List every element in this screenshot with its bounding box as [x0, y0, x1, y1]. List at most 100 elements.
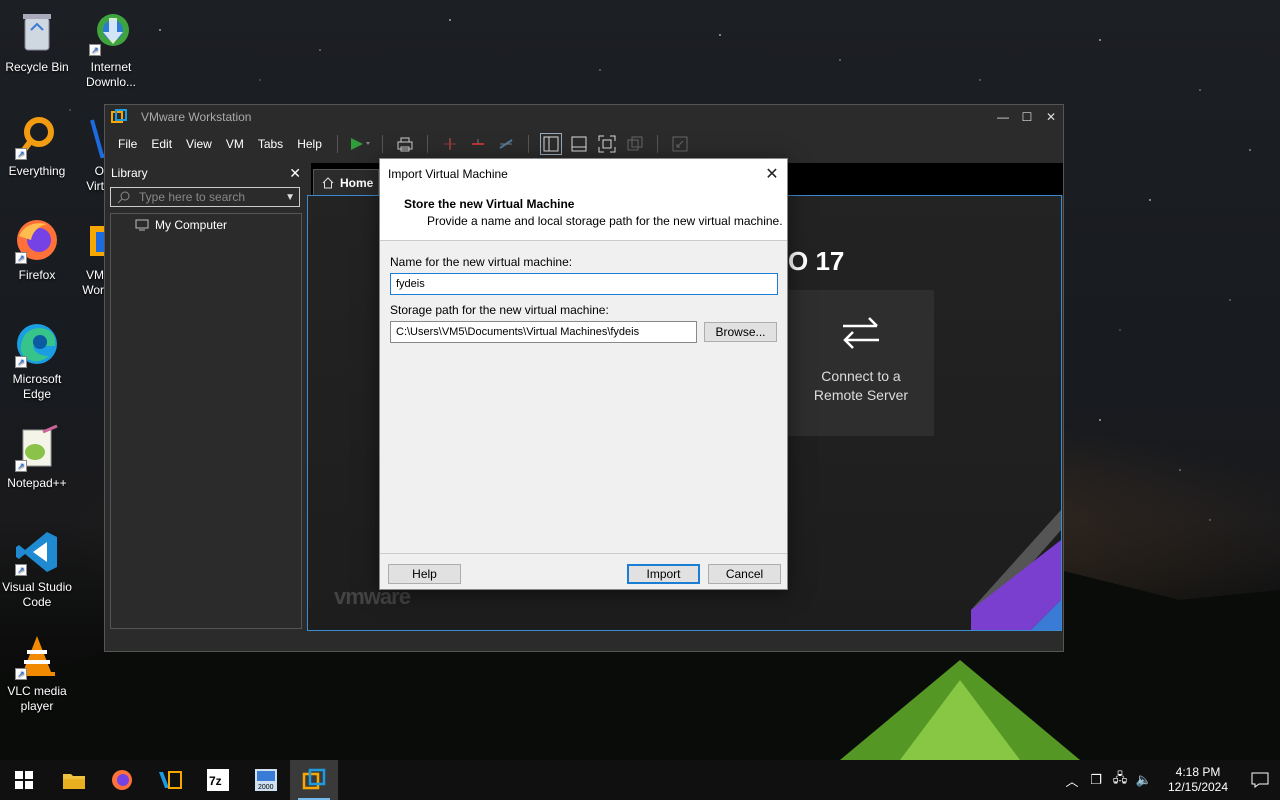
vmware-logo-icon: [111, 109, 127, 123]
win2000-icon: 2000: [255, 769, 277, 791]
chevron-down-icon[interactable]: ▼: [285, 192, 295, 203]
close-library-icon[interactable]: ✕: [289, 165, 301, 182]
connect-remote-server-tile[interactable]: Connect to a Remote Server: [788, 290, 934, 436]
toolbar-separator: [336, 135, 338, 153]
menubar: File Edit View VM Tabs Help: [105, 129, 1063, 159]
desktop-icon-virtualbox[interactable]: O Virt: [74, 112, 104, 194]
play-icon: [350, 138, 370, 150]
everything-icon: ↗: [13, 112, 61, 160]
desktop-icon-vlc[interactable]: ↗ VLC media player: [0, 632, 74, 714]
clock-time: 4:18 PM: [1175, 765, 1221, 779]
console-view-icon: [672, 136, 688, 152]
vscode-icon: ↗: [13, 528, 61, 576]
workstation-brand: O 17: [788, 246, 845, 276]
visual-studio-icon: [159, 771, 182, 789]
desktop-icon-recycle-bin[interactable]: Recycle Bin: [0, 8, 74, 75]
minimize-button[interactable]: —: [991, 110, 1015, 124]
browse-button[interactable]: Browse...: [704, 322, 777, 342]
idm-icon: ↗: [87, 8, 135, 56]
dialog-titlebar[interactable]: Import Virtual Machine ✕: [380, 159, 787, 189]
toolbar-separator: [656, 135, 658, 153]
chevron-up-icon[interactable]: ︿: [1060, 771, 1084, 790]
taskbar-win2000[interactable]: 2000: [242, 760, 290, 800]
desktop-icon-everything[interactable]: ↗ Everything: [0, 112, 74, 179]
send-ctrl-alt-del-button[interactable]: [394, 133, 416, 155]
clock-date: 12/15/2024: [1167, 780, 1229, 794]
desktop-icon-idm[interactable]: ↗ Internet Downlo...: [74, 8, 148, 90]
svg-text:7z: 7z: [209, 774, 222, 788]
console-view-button[interactable]: [669, 133, 691, 155]
thumbnail-bar-button[interactable]: [568, 133, 590, 155]
snapshot-manager-button[interactable]: [495, 133, 517, 155]
power-on-button[interactable]: [349, 133, 371, 155]
vm-name-input[interactable]: fydeis: [390, 273, 778, 295]
virtualbox-icon: [88, 112, 104, 160]
menu-edit[interactable]: Edit: [144, 137, 179, 151]
desktop-icon-edge[interactable]: ↗ Microsoft Edge: [0, 320, 74, 402]
7zip-icon: 7z: [207, 769, 229, 791]
start-button[interactable]: [0, 760, 48, 800]
library-header: Library ✕: [109, 163, 305, 183]
taskbar: 7z 2000 ︿ ❐ 🖧 🔈 4:18 PM 12/15/2024: [0, 760, 1280, 800]
show-library-button[interactable]: [539, 133, 562, 155]
desktop-icon-firefox[interactable]: ↗ Firefox: [0, 216, 74, 283]
library-search-placeholder: Type here to search: [139, 190, 246, 204]
clock[interactable]: 4:18 PM 12/15/2024: [1162, 765, 1234, 795]
tile-label: Connect to a Remote Server: [813, 368, 909, 403]
library-view-icon: [543, 136, 559, 152]
revert-snapshot-button[interactable]: [467, 133, 489, 155]
desktop-icon-vmware[interactable]: VM Wor: [74, 216, 104, 298]
menu-file[interactable]: File: [111, 137, 144, 151]
close-button[interactable]: ✕: [1039, 110, 1063, 124]
task-view-icon[interactable]: ❐: [1084, 772, 1108, 788]
taskbar-firefox[interactable]: [98, 760, 146, 800]
notifications-button[interactable]: [1240, 772, 1280, 788]
snapshot-icon: [443, 138, 456, 150]
maximize-button[interactable]: ☐: [1015, 110, 1039, 124]
storage-path-input[interactable]: C:\Users\VM5\Documents\Virtual Machines\…: [390, 321, 697, 343]
dialog-title: Import Virtual Machine: [388, 167, 508, 181]
menu-vm[interactable]: VM: [219, 137, 251, 151]
tab-home[interactable]: Home: [313, 169, 379, 195]
desktop-icon-vscode[interactable]: ↗ Visual Studio Code: [0, 528, 74, 610]
toolbar-separator: [381, 135, 383, 153]
snapshot-button[interactable]: [439, 133, 461, 155]
dialog-close-button[interactable]: ✕: [757, 164, 787, 184]
edge-icon: ↗: [13, 320, 61, 368]
full-screen-button[interactable]: [596, 133, 618, 155]
computer-icon: [135, 219, 149, 231]
name-label: Name for the new virtual machine:: [390, 255, 573, 269]
tree-item-my-computer[interactable]: My Computer: [135, 218, 227, 232]
taskbar-file-explorer[interactable]: [50, 760, 98, 800]
path-label: Storage path for the new virtual machine…: [390, 303, 609, 317]
taskbar-visual-studio[interactable]: [146, 760, 194, 800]
dialog-subheading: Provide a name and local storage path fo…: [427, 214, 783, 228]
dialog-heading: Store the new Virtual Machine: [404, 197, 575, 211]
vmware-titlebar[interactable]: VMware Workstation — ☐ ✕: [105, 105, 1063, 129]
unity-button[interactable]: [624, 133, 646, 155]
dialog-header: Store the new Virtual Machine Provide a …: [380, 189, 787, 241]
library-search-input[interactable]: Type here to search ▼: [110, 187, 300, 207]
menu-tabs[interactable]: Tabs: [251, 137, 290, 151]
taskbar-vmware[interactable]: [290, 760, 338, 800]
firefox-icon: [112, 770, 132, 790]
import-vm-dialog[interactable]: Import Virtual Machine ✕ Store the new V…: [379, 158, 788, 590]
notepadpp-icon: ↗: [13, 424, 61, 472]
library-tree: My Computer: [110, 213, 302, 629]
volume-muted-icon[interactable]: 🔈: [1132, 772, 1156, 788]
menu-help[interactable]: Help: [290, 137, 329, 151]
network-icon[interactable]: 🖧: [1108, 769, 1132, 791]
help-button[interactable]: Help: [388, 564, 461, 584]
toolbar-separator: [527, 135, 529, 153]
printer-icon: [397, 137, 413, 152]
fullscreen-icon: [598, 135, 616, 153]
home-icon: [322, 176, 334, 188]
desktop-icon-notepadpp[interactable]: ↗ Notepad++: [0, 424, 74, 491]
taskbar-7zip[interactable]: 7z: [194, 760, 242, 800]
cancel-button[interactable]: Cancel: [708, 564, 781, 584]
menu-view[interactable]: View: [179, 137, 219, 151]
search-icon: [117, 191, 130, 204]
import-button[interactable]: Import: [627, 564, 700, 584]
revert-icon: [471, 139, 484, 145]
unity-icon: [627, 136, 643, 151]
